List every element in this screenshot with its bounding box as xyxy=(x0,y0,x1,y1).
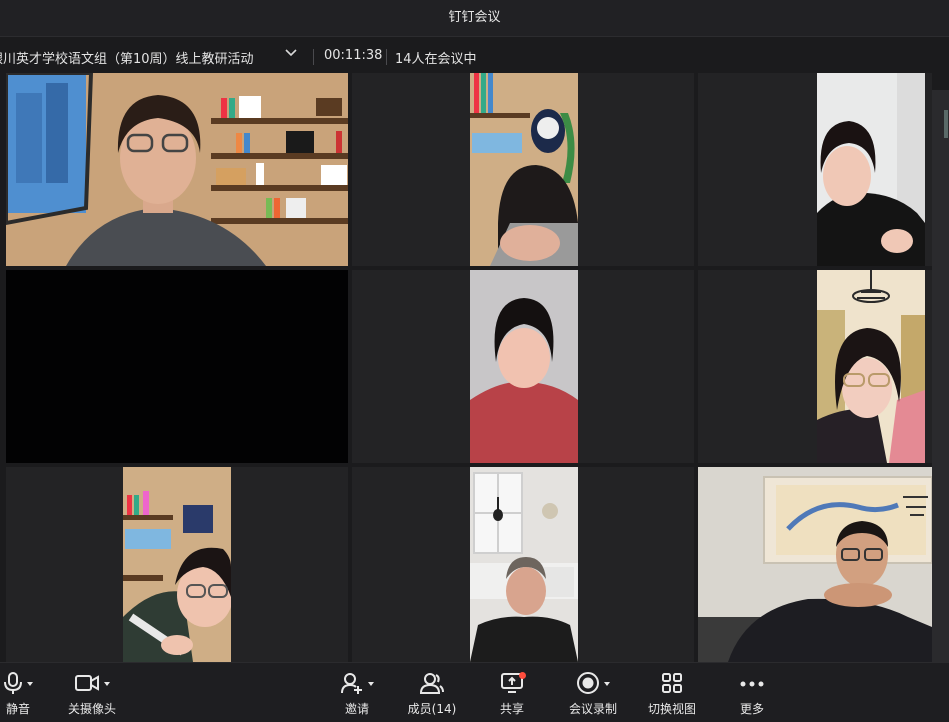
more-button[interactable]: 更多 xyxy=(730,671,774,717)
more-dots-icon xyxy=(740,677,764,691)
participant-video xyxy=(698,467,932,662)
participant-video-tile[interactable] xyxy=(6,73,348,266)
camera-button[interactable]: 关摄像头 xyxy=(62,671,122,717)
participant-video-tile[interactable] xyxy=(352,270,694,463)
participant-video-tile[interactable] xyxy=(352,73,694,266)
chevron-down-icon[interactable] xyxy=(282,43,300,61)
record-button[interactable]: 会议录制 xyxy=(566,671,620,717)
meeting-title[interactable]: 银川英才学校语文组（第10周）线上教研活动 xyxy=(0,48,254,67)
window-title-bar: 钉钉会议 xyxy=(0,0,949,37)
share-button[interactable]: 共享 xyxy=(490,671,534,717)
share-status-dot xyxy=(519,672,526,679)
switch-view-button[interactable]: 切换视图 xyxy=(642,671,702,717)
participant-video-tile[interactable] xyxy=(698,467,932,662)
meeting-info-bar: 银川英才学校语文组（第10周）线上教研活动 00:11:38 14人在会议中 xyxy=(0,37,949,75)
participant-video xyxy=(470,467,578,662)
participant-video-tile[interactable] xyxy=(352,467,694,662)
participant-video-tile[interactable] xyxy=(698,270,932,463)
scroll-thumb[interactable] xyxy=(944,110,948,138)
camera-label: 关摄像头 xyxy=(67,702,116,716)
share-label: 共享 xyxy=(499,702,524,716)
participants-status: 14人在会议中 xyxy=(395,52,477,67)
invite-button[interactable]: 邀请 xyxy=(334,671,380,717)
grid-view-icon xyxy=(661,672,683,697)
video-grid xyxy=(0,73,932,662)
more-label: 更多 xyxy=(739,702,764,716)
chevron-down-icon[interactable] xyxy=(27,682,33,686)
window-title: 钉钉会议 xyxy=(448,10,501,25)
chevron-down-icon[interactable] xyxy=(104,682,110,686)
record-label: 会议录制 xyxy=(568,702,617,716)
side-scroll-edge[interactable] xyxy=(932,90,949,662)
meeting-toolbar: 静音 关摄像头 邀请 成员(14) 共享 会议录制 切换视图 更多 xyxy=(0,662,949,722)
divider xyxy=(386,49,387,65)
microphone-icon xyxy=(3,671,23,698)
participant-video xyxy=(6,73,348,266)
chevron-down-icon[interactable] xyxy=(604,682,610,686)
participant-video xyxy=(470,270,578,463)
members-button[interactable]: 成员(14) xyxy=(402,671,462,717)
camera-icon xyxy=(74,673,100,696)
participant-video-tile[interactable] xyxy=(698,73,932,266)
meeting-timer: 00:11:38 xyxy=(324,48,383,63)
mute-label: 静音 xyxy=(5,702,30,716)
participant-video xyxy=(470,73,578,266)
mute-button[interactable]: 静音 xyxy=(0,671,42,717)
chevron-down-icon[interactable] xyxy=(368,682,374,686)
invite-label: 邀请 xyxy=(344,702,369,716)
members-label: 成员(14) xyxy=(407,702,457,716)
participant-video xyxy=(123,467,231,662)
members-icon xyxy=(419,671,445,698)
participant-video xyxy=(817,73,925,266)
participant-video-tile-camera-off[interactable] xyxy=(6,270,348,463)
participant-video xyxy=(817,270,925,463)
switch-view-label: 切换视图 xyxy=(647,702,696,716)
divider xyxy=(313,49,314,65)
participant-video-tile[interactable] xyxy=(6,467,348,662)
invite-user-icon xyxy=(340,671,364,698)
record-icon xyxy=(576,671,600,698)
